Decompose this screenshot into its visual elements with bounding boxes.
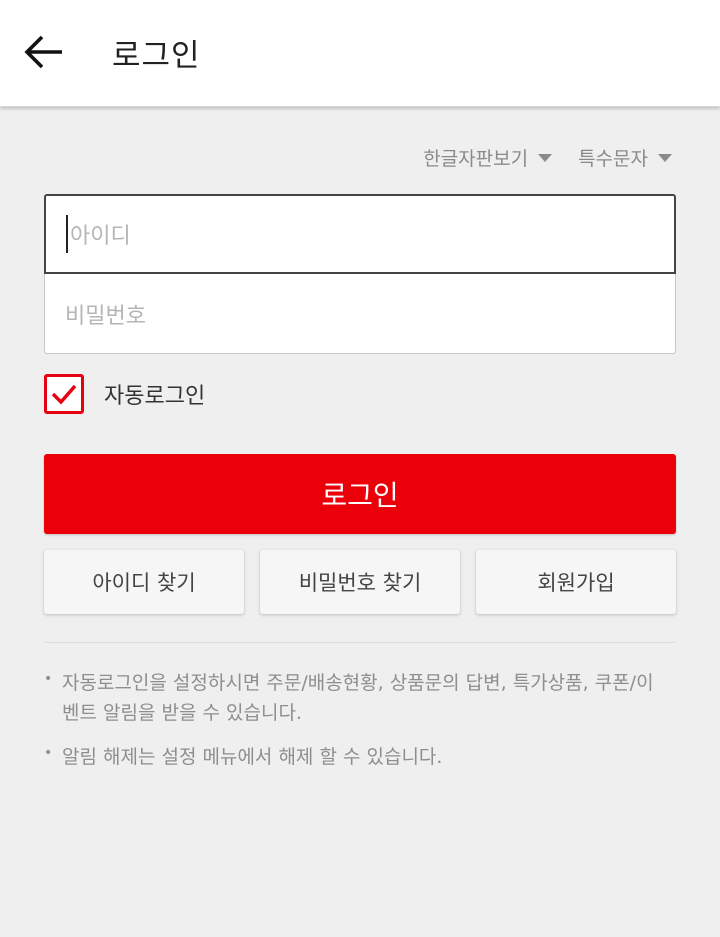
bullet-icon: • [44, 745, 53, 761]
special-chars-dropdown[interactable]: 특수문자 [578, 144, 672, 171]
app-bar: 로그인 [0, 0, 720, 107]
notice-text: 자동로그인을 설정하시면 주문/배송현황, 상품문의 답변, 특가상품, 쿠폰/… [62, 672, 654, 724]
divider [44, 642, 676, 643]
password-input[interactable]: 비밀번호 [44, 274, 676, 354]
notice-list: • 자동로그인을 설정하시면 주문/배송현황, 상품문의 답변, 특가상품, 쿠… [44, 668, 654, 786]
signup-button[interactable]: 회원가입 [476, 550, 676, 614]
notice-item: • 자동로그인을 설정하시면 주문/배송현황, 상품문의 답변, 특가상품, 쿠… [44, 668, 654, 728]
notice-text: 알림 해제는 설정 메뉴에서 해제 할 수 있습니다. [62, 746, 443, 768]
keyboard-view-dropdown[interactable]: 한글자판보기 [423, 144, 553, 171]
auto-login-toggle[interactable]: 자동로그인 [44, 374, 205, 414]
checkmark-icon [51, 384, 77, 405]
keyboard-options: 한글자판보기 특수문자 [423, 144, 672, 171]
auto-login-checkbox[interactable] [44, 374, 84, 414]
keyboard-view-label: 한글자판보기 [423, 148, 529, 170]
find-password-button[interactable]: 비밀번호 찾기 [260, 550, 460, 614]
arrow-left-icon [24, 35, 62, 69]
notice-item: • 알림 해제는 설정 메뉴에서 해제 할 수 있습니다. [44, 742, 654, 772]
password-placeholder: 비밀번호 [65, 303, 146, 329]
find-id-button[interactable]: 아이디 찾기 [44, 550, 244, 614]
page-title: 로그인 [112, 38, 201, 74]
login-button[interactable]: 로그인 [44, 454, 676, 534]
caret-down-icon [538, 153, 553, 162]
caret-down-icon [658, 153, 672, 162]
login-form: 아이디 비밀번호 [44, 194, 676, 354]
id-input[interactable]: 아이디 [44, 194, 676, 274]
auto-login-label: 자동로그인 [104, 384, 206, 409]
special-chars-label: 특수문자 [578, 148, 648, 170]
id-placeholder: 아이디 [70, 224, 131, 249]
back-button[interactable] [20, 28, 68, 76]
account-links: 아이디 찾기 비밀번호 찾기 회원가입 [44, 550, 676, 614]
text-cursor [66, 215, 68, 253]
bullet-icon: • [44, 671, 53, 687]
